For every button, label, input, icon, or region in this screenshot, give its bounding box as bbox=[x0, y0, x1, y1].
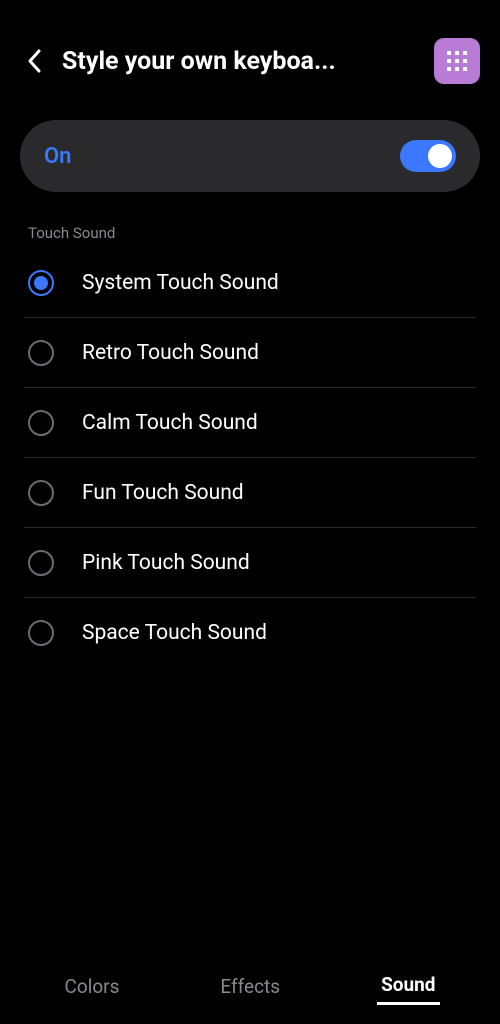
apps-grid-button[interactable] bbox=[434, 38, 480, 84]
radio-button[interactable] bbox=[28, 340, 54, 366]
sound-toggle-row[interactable]: On bbox=[20, 120, 480, 192]
radio-button[interactable] bbox=[28, 480, 54, 506]
sound-option-row[interactable]: Space Touch Sound bbox=[24, 598, 476, 668]
sound-option-row[interactable]: Retro Touch Sound bbox=[24, 318, 476, 388]
page-title: Style your own keyboa... bbox=[62, 47, 420, 76]
option-label: Fun Touch Sound bbox=[82, 481, 244, 505]
option-label: System Touch Sound bbox=[82, 271, 279, 295]
back-button[interactable] bbox=[20, 47, 48, 75]
option-label: Space Touch Sound bbox=[82, 621, 267, 645]
section-label: Touch Sound bbox=[28, 224, 500, 242]
radio-button[interactable] bbox=[28, 620, 54, 646]
toggle-label: On bbox=[44, 144, 71, 169]
radio-button[interactable] bbox=[28, 270, 54, 296]
grid-icon bbox=[446, 50, 468, 72]
sound-option-row[interactable]: System Touch Sound bbox=[24, 248, 476, 318]
radio-button[interactable] bbox=[28, 410, 54, 436]
option-label: Retro Touch Sound bbox=[82, 341, 259, 365]
option-label: Pink Touch Sound bbox=[82, 551, 250, 575]
switch-thumb bbox=[428, 144, 452, 168]
sound-option-row[interactable]: Fun Touch Sound bbox=[24, 458, 476, 528]
sound-option-row[interactable]: Calm Touch Sound bbox=[24, 388, 476, 458]
touch-sound-options: System Touch Sound Retro Touch Sound Calm … bbox=[0, 248, 500, 668]
tab-effects[interactable]: Effects bbox=[216, 969, 284, 1004]
sound-option-row[interactable]: Pink Touch Sound bbox=[24, 528, 476, 598]
sound-toggle-switch[interactable] bbox=[400, 140, 456, 172]
chevron-left-icon bbox=[27, 49, 41, 73]
tab-colors[interactable]: Colors bbox=[61, 969, 124, 1004]
tab-sound[interactable]: Sound bbox=[377, 967, 439, 1005]
radio-button[interactable] bbox=[28, 550, 54, 576]
bottom-tabs: Colors Effects Sound bbox=[0, 960, 500, 1024]
option-label: Calm Touch Sound bbox=[82, 411, 258, 435]
